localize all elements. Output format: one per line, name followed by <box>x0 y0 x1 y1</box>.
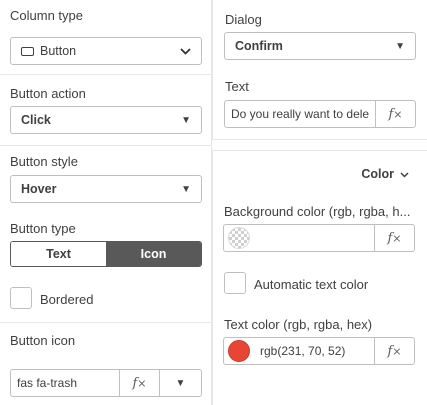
dialog-select[interactable]: Confirm ▼ <box>224 32 416 60</box>
fx-expression-button[interactable]: f× <box>374 338 414 364</box>
fx-expression-button[interactable]: f× <box>119 370 159 396</box>
button-type-label: Button type <box>10 221 76 236</box>
fx-icon: f× <box>387 343 402 359</box>
color-section-toggle[interactable]: Color <box>361 167 409 181</box>
button-shape-icon <box>21 46 34 56</box>
fx-expression-button[interactable]: f× <box>374 225 414 251</box>
button-type-toggle: Text Icon <box>10 241 202 267</box>
dialog-value: Confirm <box>235 39 283 53</box>
divider <box>0 145 212 146</box>
text-color-label: Text color (rgb, rgba, hex) <box>224 317 373 332</box>
caret-down-icon: ▼ <box>175 377 186 389</box>
button-icon-input[interactable]: fas fa-trash <box>11 370 119 396</box>
button-style-value: Hover <box>21 182 57 196</box>
fx-icon: f× <box>132 375 147 391</box>
divider <box>0 74 212 75</box>
fx-icon: f× <box>387 230 402 246</box>
caret-down-icon: ▼ <box>181 114 191 126</box>
bordered-checkbox[interactable] <box>10 287 32 309</box>
dialog-label: Dialog <box>225 12 262 27</box>
text-color-field: rgb(231, 70, 52) f× <box>223 337 415 365</box>
button-icon-dropdown-button[interactable]: ▼ <box>159 370 201 396</box>
color-section-label: Color <box>361 167 394 181</box>
color-swatch-icon[interactable] <box>228 340 250 362</box>
column-type-select[interactable]: Button <box>10 37 202 65</box>
button-action-value: Click <box>21 113 51 127</box>
background-color-label: Background color (rgb, rgba, h... <box>224 204 411 219</box>
column-type-label: Column type <box>10 8 83 23</box>
text-field: Do you really want to dele f× <box>224 100 416 128</box>
chevron-down-icon <box>180 44 191 58</box>
automatic-text-color-label: Automatic text color <box>254 277 369 292</box>
bordered-label: Bordered <box>40 292 94 307</box>
fx-icon: f× <box>388 106 403 122</box>
button-type-icon-option[interactable]: Icon <box>106 242 201 266</box>
button-action-select[interactable]: Click ▼ <box>10 106 202 134</box>
button-icon-label: Button icon <box>10 333 76 348</box>
button-action-label: Button action <box>10 86 86 101</box>
text-label: Text <box>225 79 249 94</box>
text-color-input[interactable]: rgb(231, 70, 52) <box>258 338 374 364</box>
chevron-down-icon <box>400 167 409 181</box>
caret-down-icon: ▼ <box>395 40 405 52</box>
column-type-value: Button <box>40 44 77 58</box>
fx-expression-button[interactable]: f× <box>375 101 415 127</box>
divider <box>0 322 212 323</box>
background-color-field: f× <box>223 224 415 252</box>
text-input[interactable]: Do you really want to dele <box>225 101 375 127</box>
dialog-properties-panel: Dialog Confirm ▼ Text Do you really want… <box>212 0 427 140</box>
button-style-label: Button style <box>10 154 78 169</box>
button-type-text-option[interactable]: Text <box>11 242 106 266</box>
transparent-swatch-icon[interactable] <box>228 227 250 249</box>
background-color-input[interactable] <box>258 225 374 251</box>
button-icon-field: fas fa-trash f× ▼ <box>10 369 202 397</box>
left-properties-panel: Column type Button Button action Click ▼… <box>0 0 212 405</box>
button-style-select[interactable]: Hover ▼ <box>10 175 202 203</box>
automatic-text-color-checkbox[interactable] <box>224 272 246 294</box>
caret-down-icon: ▼ <box>181 183 191 195</box>
